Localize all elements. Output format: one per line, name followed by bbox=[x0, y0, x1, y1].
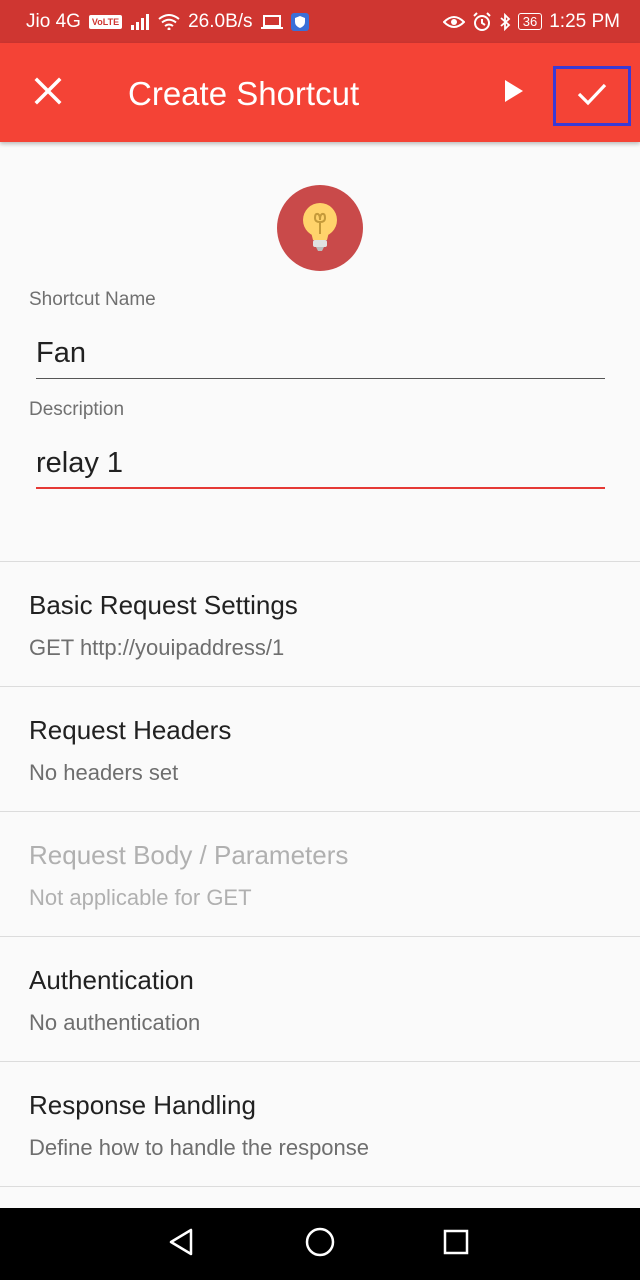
circle-home-icon bbox=[304, 1226, 336, 1263]
shortcut-name-label: Shortcut Name bbox=[29, 289, 156, 310]
description-input[interactable]: relay 1 bbox=[36, 447, 123, 480]
close-icon bbox=[34, 77, 62, 110]
bluetooth-icon bbox=[499, 12, 511, 31]
test-run-button[interactable] bbox=[490, 69, 538, 117]
carrier-label: Jio 4G bbox=[26, 10, 81, 32]
section-subtitle: GET http://youipaddress/1 bbox=[29, 635, 285, 660]
system-nav-bar bbox=[0, 1208, 640, 1280]
square-recents-icon bbox=[442, 1228, 470, 1261]
nav-back-button[interactable] bbox=[160, 1222, 204, 1266]
section-subtitle: No authentication bbox=[29, 1010, 201, 1035]
battery-level: 36 bbox=[517, 13, 543, 30]
shortcut-icon-picker[interactable] bbox=[277, 185, 363, 271]
triangle-back-icon bbox=[167, 1227, 197, 1262]
status-right: 36 1:25 PM bbox=[442, 10, 620, 33]
nav-home-button[interactable] bbox=[298, 1222, 342, 1266]
close-button[interactable] bbox=[22, 67, 74, 119]
status-bar: Jio 4G VoLTE 26.0B/s 36 1:25 PM bbox=[0, 0, 640, 43]
clock-time: 1:25 PM bbox=[549, 10, 620, 32]
shield-icon bbox=[290, 12, 309, 31]
wifi-icon bbox=[158, 13, 180, 30]
eye-icon bbox=[442, 14, 465, 30]
volte-badge: VoLTE bbox=[88, 14, 123, 29]
play-icon bbox=[502, 78, 526, 109]
section-request-headers[interactable]: Request Headers No headers set bbox=[0, 687, 640, 811]
section-subtitle: Not applicable for GET bbox=[29, 885, 252, 910]
section-authentication[interactable]: Authentication No authentication bbox=[0, 937, 640, 1061]
shortcut-name-input[interactable]: Fan bbox=[36, 337, 86, 370]
section-title: Request Body / Parameters bbox=[29, 840, 349, 870]
section-request-body: Request Body / Parameters Not applicable… bbox=[0, 812, 640, 936]
section-title: Authentication bbox=[29, 965, 194, 995]
lightbulb-icon bbox=[295, 198, 345, 259]
section-title: Request Headers bbox=[29, 715, 232, 745]
status-left: Jio 4G VoLTE 26.0B/s bbox=[26, 11, 309, 33]
nav-recents-button[interactable] bbox=[434, 1222, 478, 1266]
divider bbox=[0, 1186, 640, 1187]
app-bar: Create Shortcut bbox=[0, 43, 640, 142]
section-subtitle: Define how to handle the response bbox=[29, 1135, 370, 1160]
network-speed: 26.0B/s bbox=[188, 10, 253, 32]
section-basic-request-settings[interactable]: Basic Request Settings GET http://youipa… bbox=[0, 562, 640, 686]
section-response-handling[interactable]: Response Handling Define how to handle t… bbox=[0, 1062, 640, 1186]
laptop-icon bbox=[260, 14, 283, 30]
page-title: Create Shortcut bbox=[128, 75, 360, 112]
section-title: Basic Request Settings bbox=[29, 590, 298, 620]
description-underline bbox=[36, 487, 605, 489]
alarm-icon bbox=[472, 11, 492, 32]
description-label: Description bbox=[29, 399, 125, 420]
save-button[interactable] bbox=[553, 66, 631, 126]
section-subtitle: No headers set bbox=[29, 760, 179, 785]
shortcut-name-underline bbox=[36, 378, 605, 379]
check-icon bbox=[577, 82, 607, 111]
signal-icon bbox=[130, 13, 150, 30]
section-title: Response Handling bbox=[29, 1090, 256, 1120]
